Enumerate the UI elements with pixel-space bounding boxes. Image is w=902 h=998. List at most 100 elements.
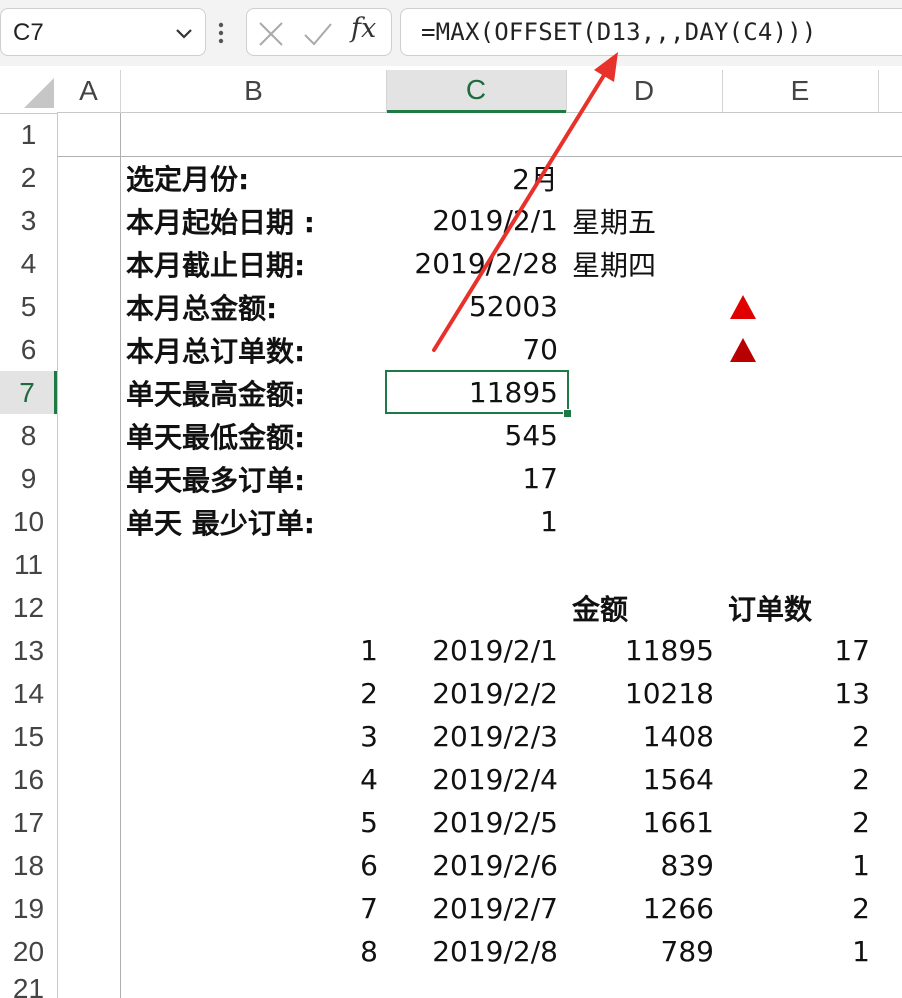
row-header-16[interactable]: 16 xyxy=(0,758,57,801)
table-cell-index[interactable]: 4 xyxy=(120,758,386,801)
row-header-border xyxy=(57,113,58,998)
table-cell-orders[interactable]: 1 xyxy=(722,930,878,973)
table-cell-date[interactable]: 2019/2/4 xyxy=(386,758,566,801)
summary-label[interactable]: 本月截止日期: xyxy=(120,242,386,285)
row-header-1[interactable]: 1 xyxy=(0,113,57,156)
row-header-2[interactable]: 2 xyxy=(0,156,57,199)
table-cell-orders[interactable]: 17 xyxy=(722,629,878,672)
weekday-value[interactable]: 星期四 xyxy=(566,242,722,285)
summary-label[interactable]: 本月总订单数: xyxy=(120,328,386,371)
table-cell-amount[interactable]: 839 xyxy=(566,844,722,887)
up-triangle-icon xyxy=(730,295,756,319)
summary-value[interactable]: 52003 xyxy=(386,285,566,328)
column-divider xyxy=(120,70,121,113)
summary-label[interactable]: 选定月份: xyxy=(120,156,386,199)
summary-value[interactable]: 2月 xyxy=(386,156,566,199)
column-header-c[interactable]: C xyxy=(386,70,566,113)
fill-handle[interactable] xyxy=(563,409,572,418)
chevron-down-icon[interactable] xyxy=(173,23,195,43)
row-header-12[interactable]: 12 xyxy=(0,586,57,629)
column-divider xyxy=(566,70,567,113)
table-cell-amount[interactable]: 10218 xyxy=(566,672,722,715)
row-header-8[interactable]: 8 xyxy=(0,414,57,457)
weekday-value[interactable]: 星期五 xyxy=(566,199,722,242)
table-cell-orders[interactable]: 1 xyxy=(722,844,878,887)
row-header-11[interactable]: 11 xyxy=(0,543,57,586)
row-header-19[interactable]: 19 xyxy=(0,887,57,930)
table-cell-index[interactable]: 3 xyxy=(120,715,386,758)
table-cell-date[interactable]: 2019/2/3 xyxy=(386,715,566,758)
table-cell-date[interactable]: 2019/2/7 xyxy=(386,887,566,930)
check-icon[interactable] xyxy=(303,21,333,47)
formula-bar: C7 fx =MAX(OFFSET(D13,,,DAY(C4))) xyxy=(0,0,902,66)
row-header-18[interactable]: 18 xyxy=(0,844,57,887)
table-cell-amount[interactable]: 1564 xyxy=(566,758,722,801)
column-header-e[interactable]: E xyxy=(722,70,878,113)
summary-value[interactable]: 2019/2/1 xyxy=(386,199,566,242)
row-header-3[interactable]: 3 xyxy=(0,199,57,242)
table-cell-amount[interactable]: 11895 xyxy=(566,629,722,672)
table-cell-index[interactable]: 2 xyxy=(120,672,386,715)
table-header-amount[interactable]: 金额 xyxy=(566,586,722,629)
more-options-icon[interactable] xyxy=(218,22,224,44)
summary-label[interactable]: 单天最多订单: xyxy=(120,457,386,500)
column-header-a[interactable]: A xyxy=(57,70,120,113)
table-cell-orders[interactable]: 2 xyxy=(722,715,878,758)
row-header-20[interactable]: 20 xyxy=(0,930,57,973)
summary-value[interactable]: 1 xyxy=(386,500,566,543)
summary-label[interactable]: 本月起始日期 : xyxy=(120,199,386,242)
table-cell-orders[interactable]: 2 xyxy=(722,887,878,930)
table-cell-date[interactable]: 2019/2/8 xyxy=(386,930,566,973)
row-header-5[interactable]: 5 xyxy=(0,285,57,328)
table-cell-date[interactable]: 2019/2/1 xyxy=(386,629,566,672)
row-header-14[interactable]: 14 xyxy=(0,672,57,715)
column-divider xyxy=(878,70,879,113)
row-header-13[interactable]: 13 xyxy=(0,629,57,672)
summary-label[interactable]: 单天最高金额: xyxy=(120,371,386,414)
table-cell-index[interactable]: 1 xyxy=(120,629,386,672)
summary-label[interactable]: 本月总金额: xyxy=(120,285,386,328)
column-divider xyxy=(722,70,723,113)
row-header-15[interactable]: 15 xyxy=(0,715,57,758)
summary-value[interactable]: 2019/2/28 xyxy=(386,242,566,285)
table-cell-orders[interactable]: 13 xyxy=(722,672,878,715)
formula-input[interactable]: =MAX(OFFSET(D13,,,DAY(C4))) xyxy=(400,8,902,56)
summary-value[interactable]: 545 xyxy=(386,414,566,457)
table-cell-amount[interactable]: 789 xyxy=(566,930,722,973)
summary-value[interactable]: 17 xyxy=(386,457,566,500)
table-cell-orders[interactable]: 2 xyxy=(722,758,878,801)
column-header-f[interactable] xyxy=(878,70,902,113)
name-box[interactable]: C7 xyxy=(0,8,206,56)
table-cell-amount[interactable]: 1408 xyxy=(566,715,722,758)
table-cell-index[interactable]: 7 xyxy=(120,887,386,930)
row-header-17[interactable]: 17 xyxy=(0,801,57,844)
table-cell-amount[interactable]: 1661 xyxy=(566,801,722,844)
row-header-7[interactable]: 7 xyxy=(0,371,57,414)
summary-label[interactable]: 单天 最少订单: xyxy=(120,500,386,543)
table-cell-date[interactable]: 2019/2/2 xyxy=(386,672,566,715)
select-all-icon[interactable] xyxy=(24,78,54,108)
table-cell-index[interactable]: 6 xyxy=(120,844,386,887)
row-header-9[interactable]: 9 xyxy=(0,457,57,500)
table-cell-index[interactable]: 8 xyxy=(120,930,386,973)
row-header-10[interactable]: 10 xyxy=(0,500,57,543)
formula-actions: fx xyxy=(246,8,392,56)
table-cell-orders[interactable]: 2 xyxy=(722,801,878,844)
column-header-d[interactable]: D xyxy=(566,70,722,113)
row-header-4[interactable]: 4 xyxy=(0,242,57,285)
cancel-icon[interactable] xyxy=(257,21,285,47)
table-header-orders[interactable]: 订单数 xyxy=(722,586,878,629)
insert-function-icon[interactable]: fx xyxy=(351,13,376,44)
table-cell-index[interactable]: 5 xyxy=(120,801,386,844)
column-divider xyxy=(386,70,387,113)
row-header-21[interactable]: 21 xyxy=(0,973,57,998)
column-header-b[interactable]: B xyxy=(121,70,386,113)
name-box-value: C7 xyxy=(13,19,44,46)
active-cell-c7[interactable] xyxy=(385,370,569,414)
row-header-6[interactable]: 6 xyxy=(0,328,57,371)
summary-value[interactable]: 70 xyxy=(386,328,566,371)
table-cell-amount[interactable]: 1266 xyxy=(566,887,722,930)
table-cell-date[interactable]: 2019/2/5 xyxy=(386,801,566,844)
summary-label[interactable]: 单天最低金额: xyxy=(120,414,386,457)
table-cell-date[interactable]: 2019/2/6 xyxy=(386,844,566,887)
